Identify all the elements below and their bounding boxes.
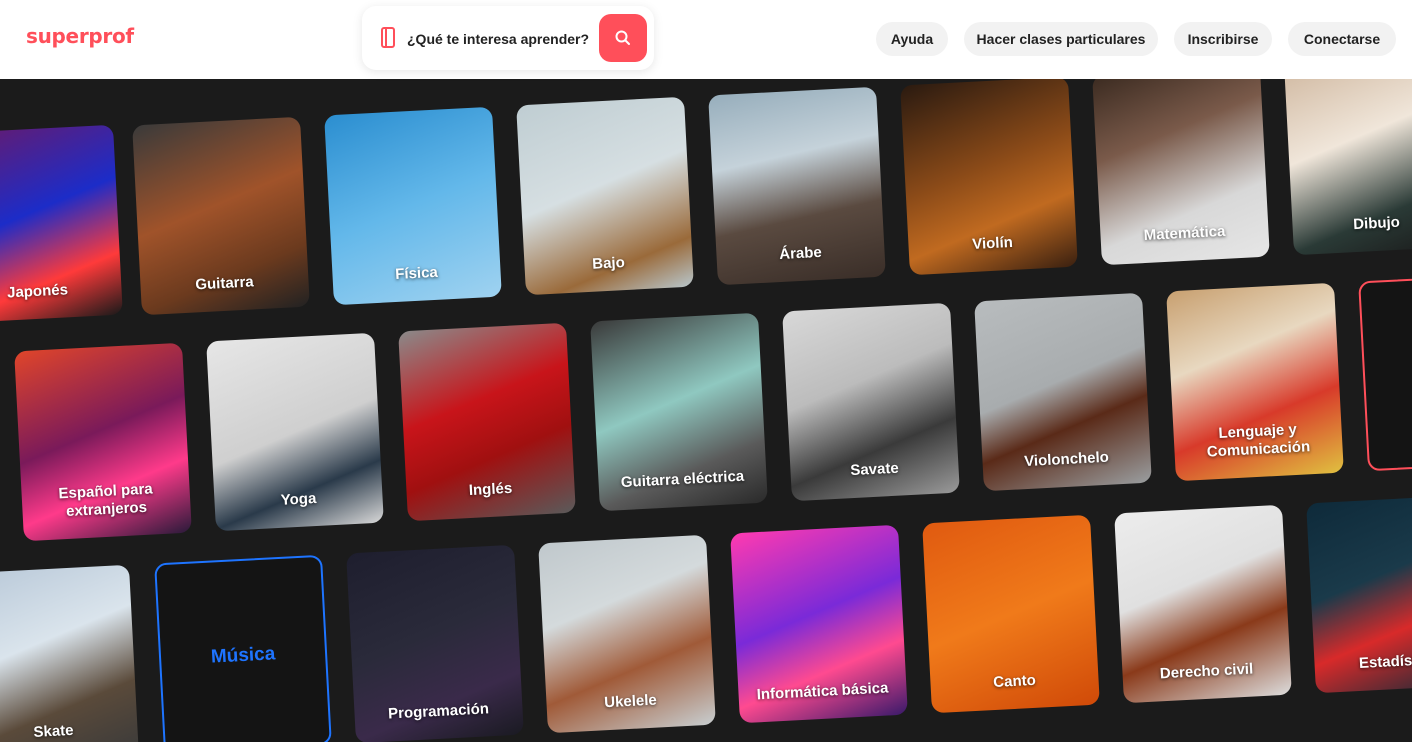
tile-ukelele[interactable]: Ukelele (538, 534, 716, 734)
tile-label: Skate (33, 721, 74, 741)
nav-conectarse[interactable]: Conectarse (1288, 22, 1396, 56)
book-icon (380, 26, 398, 55)
tile-label: Matemática (1143, 222, 1226, 245)
tile-ingles[interactable]: Inglés (398, 322, 576, 522)
tile-canto[interactable]: Canto (922, 514, 1100, 714)
nav-hacer-clases[interactable]: Hacer clases particulares (964, 22, 1158, 56)
tile-label: Savate (849, 459, 900, 480)
search-input[interactable]: ¿Qué te interesa aprender? (407, 31, 589, 47)
tile-label: Bajo (591, 254, 626, 273)
superprof-logo[interactable]: superprof (26, 24, 134, 48)
tile-label: Ukelele (603, 691, 658, 712)
tile-label: Informática básica (756, 679, 889, 704)
tile-label: Guitarra eléctrica (620, 467, 745, 492)
tile-matematica[interactable]: Matemática (1092, 79, 1270, 266)
tile-musica[interactable]: Música (154, 554, 332, 742)
nav-ayuda[interactable]: Ayuda (876, 22, 948, 56)
tile-label: Programación (387, 700, 490, 723)
tile-espanol-extranjeros[interactable]: Español para extranjeros (14, 342, 192, 542)
tile-label: Física (394, 263, 439, 284)
tile-programacion[interactable]: Programación (346, 544, 524, 742)
tile-savate[interactable]: Savate (782, 302, 960, 502)
tile-label: Guitarra (194, 273, 255, 294)
tile-label: Japonés (6, 281, 69, 302)
tile-fisica[interactable]: Física (324, 106, 502, 306)
top-bar: superprof ¿Qué te interesa aprender? Ayu… (0, 0, 1412, 79)
tile-outlined-red[interactable] (1358, 272, 1412, 472)
tile-estadistica[interactable]: Estadística (1306, 494, 1412, 694)
tile-lenguaje-comunicacion[interactable]: Lenguaje y Comunicación (1166, 282, 1344, 482)
tile-violin[interactable]: Violín (900, 79, 1078, 276)
tile-label: Derecho civil (1159, 660, 1254, 683)
search-button[interactable] (599, 14, 647, 62)
tile-derecho-civil[interactable]: Derecho civil (1114, 504, 1292, 704)
tile-guitarra-electrica[interactable]: Guitarra eléctrica (590, 312, 768, 512)
tile-label: Violonchelo (1023, 448, 1110, 471)
tile-yoga[interactable]: Yoga (206, 332, 384, 532)
tile-label: Estadística (1358, 650, 1412, 672)
subject-grid: Japonés Guitarra Física Bajo Árabe Violí… (0, 79, 1412, 742)
tile-japones[interactable]: Japonés (0, 124, 123, 324)
tile-guitarra[interactable]: Guitarra (132, 116, 310, 316)
tile-label: Violín (971, 233, 1014, 253)
tile-dibujo[interactable]: Dibujo (1284, 79, 1412, 256)
tile-label: Música (210, 643, 276, 668)
tile-label: Yoga (280, 489, 317, 509)
nav-inscribirse[interactable]: Inscribirse (1174, 22, 1272, 56)
tile-label: Árabe (778, 243, 823, 264)
tile-label: Lenguaje y Comunicación (1206, 420, 1311, 461)
tile-label: Inglés (468, 479, 513, 500)
tile-arabe[interactable]: Árabe (708, 86, 886, 286)
tile-label: Español para extranjeros (58, 480, 154, 521)
tile-violonchelo[interactable]: Violonchelo (974, 292, 1152, 492)
tile-skate[interactable]: Skate (0, 564, 139, 742)
tile-label: Dibujo (1352, 213, 1401, 234)
search-icon (615, 30, 630, 45)
tile-bajo[interactable]: Bajo (516, 96, 694, 296)
tile-informatica-basica[interactable]: Informática básica (730, 524, 908, 724)
search-box[interactable]: ¿Qué te interesa aprender? (362, 6, 654, 70)
tile-label: Canto (992, 671, 1037, 692)
